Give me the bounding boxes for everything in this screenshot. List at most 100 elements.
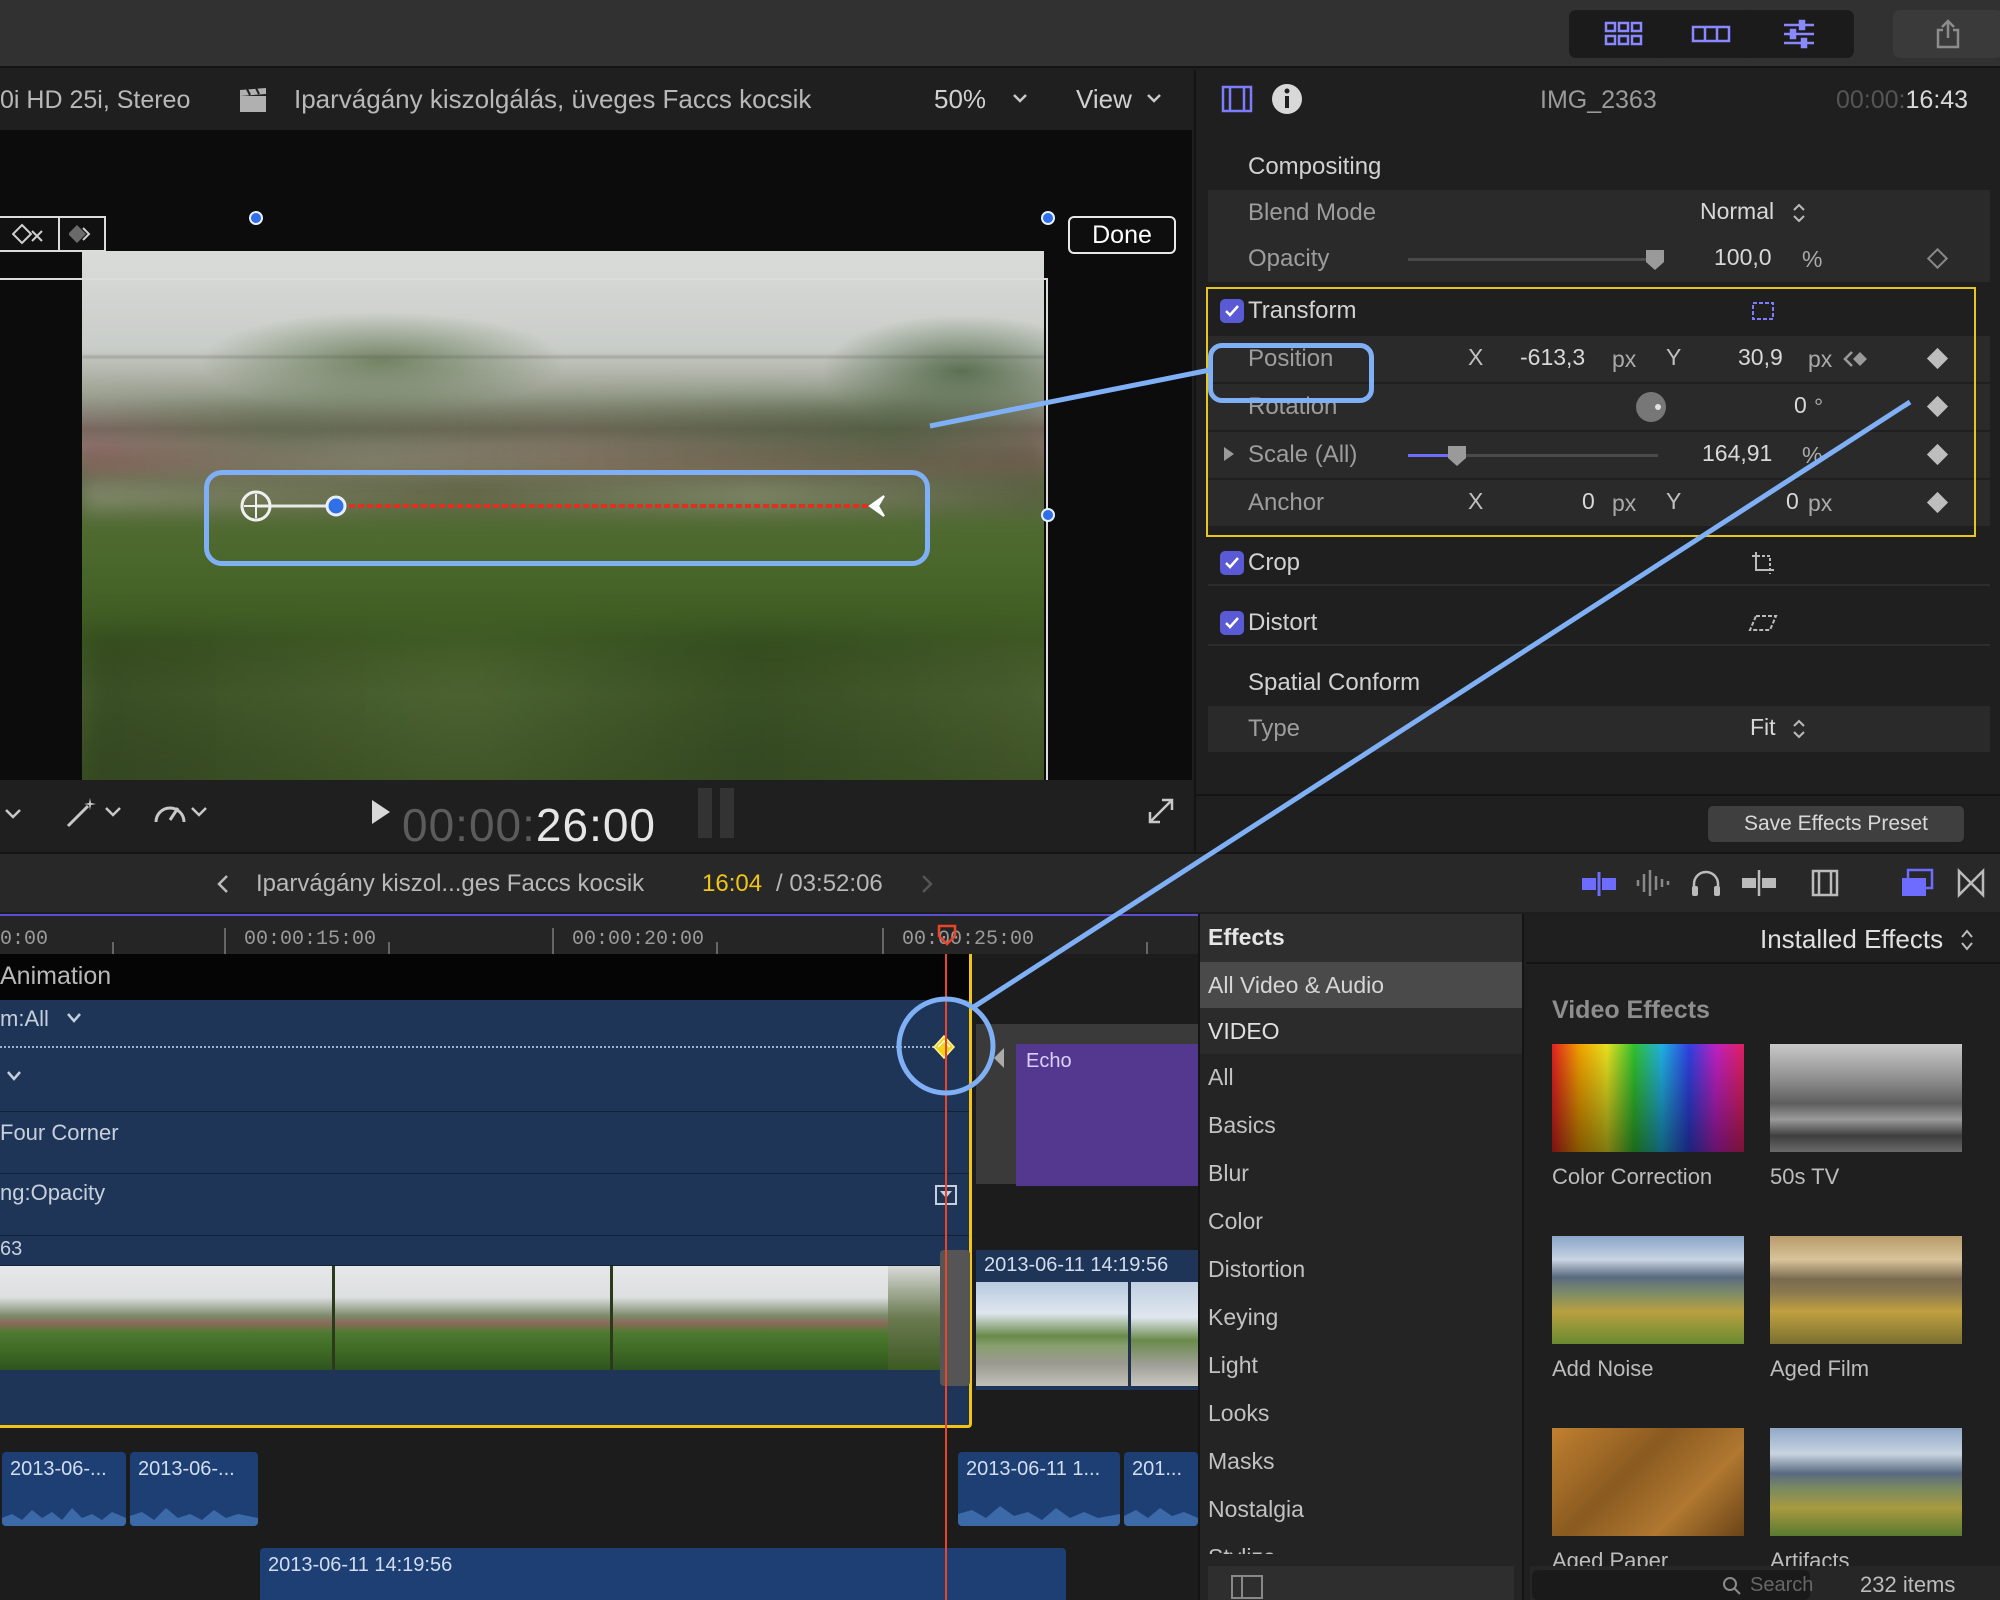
effect-thumbnail-50s-tv[interactable]: [1770, 1044, 1962, 1152]
spatial-conform-section[interactable]: Spatial Conform: [1208, 660, 1990, 706]
clapper-icon: [240, 87, 266, 112]
playhead-head-icon[interactable]: [937, 924, 957, 946]
forward-chevron-icon[interactable]: [920, 874, 934, 894]
viewer-header: 0i HD 25i, Stereo Iparvágány kiszolgálás…: [0, 70, 1192, 130]
motion-path-callout: [204, 470, 930, 566]
installed-effects-popup[interactable]: Installed Effects: [1760, 924, 1943, 955]
opacity-value[interactable]: 100,0: [1714, 244, 1772, 271]
effects-search-input[interactable]: Search: [1532, 1570, 1813, 1600]
zoom-menu[interactable]: 50%: [934, 84, 986, 115]
effect-name: Color Correction: [1552, 1164, 1713, 1189]
snapping-icon[interactable]: [1740, 868, 1778, 898]
compositing-section[interactable]: Compositing: [1208, 144, 1990, 190]
audio-clip[interactable]: 201...: [1124, 1452, 1198, 1526]
crop-onscreen-control-icon[interactable]: [1750, 550, 1776, 576]
audio-clip[interactable]: 2013-06-...: [2, 1452, 126, 1526]
category-all[interactable]: All: [1200, 1054, 1522, 1100]
category-video-header: VIDEO: [1200, 1008, 1522, 1054]
updown-chevron-icon[interactable]: [1960, 928, 1974, 952]
playhead[interactable]: [945, 954, 947, 1600]
video-inspector-tab-icon[interactable]: [1220, 84, 1254, 114]
effect-name: Aged Film: [1770, 1356, 1870, 1381]
transform-selection-highlight: [1206, 287, 1976, 537]
viewer-timecode[interactable]: 00:00:26:00: [402, 798, 656, 852]
info-icon[interactable]: [1270, 82, 1304, 116]
checkmark-icon: [1225, 617, 1239, 629]
inspector-sliders-icon: [1784, 19, 1814, 49]
back-chevron-icon[interactable]: [216, 874, 230, 894]
view-chevron-down-icon[interactable]: [1146, 92, 1162, 104]
speedometer-icon[interactable]: [152, 794, 212, 830]
category-all-video-audio[interactable]: All Video & Audio: [1200, 962, 1522, 1008]
distort-section[interactable]: Distort: [1208, 600, 1990, 646]
inspector-duration: 00:00:16:43: [1836, 86, 1969, 114]
filmstrip-icon[interactable]: [1810, 868, 1840, 898]
effect-thumbnail-add-noise[interactable]: [1552, 1236, 1744, 1344]
category-blur[interactable]: Blur: [1200, 1150, 1522, 1196]
effects-header: Effects: [1200, 914, 1522, 962]
headphones-icon[interactable]: [1690, 868, 1722, 898]
conform-type-popup[interactable]: Fit: [1750, 714, 1776, 741]
secondary-video-clip[interactable]: 2013-06-11 14:19:56: [976, 1250, 1198, 1390]
category-masks[interactable]: Masks: [1200, 1438, 1522, 1484]
effects-browser-icon[interactable]: [1900, 868, 1934, 898]
blend-mode-popup[interactable]: Normal: [1700, 198, 1774, 225]
clip-appearance-icon[interactable]: [1580, 870, 1618, 898]
share-icon: [1936, 19, 1960, 49]
audio-clip[interactable]: 2013-06-11 1...: [958, 1452, 1120, 1526]
category-nostalgia[interactable]: Nostalgia: [1200, 1486, 1522, 1532]
effect-name: 50s TV: [1770, 1164, 1840, 1189]
magic-wand-icon[interactable]: [62, 794, 122, 830]
effect-thumbnail-artifacts[interactable]: [1770, 1428, 1962, 1536]
distort-onscreen-control-icon[interactable]: [1748, 612, 1778, 634]
category-looks[interactable]: Looks: [1200, 1390, 1522, 1436]
conform-type-row: Type Fit: [1208, 706, 1990, 752]
effect-name: Artifacts: [1770, 1548, 1850, 1566]
audio-clip[interactable]: 2013-06-...: [130, 1452, 258, 1526]
inspector-clip-name: IMG_2363: [1540, 86, 1657, 114]
timeline-header: Iparvágány kiszol...ges Faccs kocsik 16:…: [0, 852, 2000, 912]
inspector-button[interactable]: [1744, 10, 1854, 58]
distort-checkbox[interactable]: [1220, 611, 1244, 635]
timeline[interactable]: Animation m:All Four Corner ng:Opacity 6…: [0, 954, 1198, 1600]
effect-thumbnail-aged-paper[interactable]: [1552, 1428, 1744, 1536]
opacity-slider[interactable]: [1408, 258, 1658, 261]
video-effects-section-title: Video Effects: [1552, 996, 1710, 1024]
category-basics[interactable]: Basics: [1200, 1102, 1522, 1148]
crop-section[interactable]: Crop: [1208, 540, 1990, 586]
fullscreen-icon[interactable]: [1146, 796, 1176, 826]
updown-chevron-icon[interactable]: [1792, 202, 1806, 224]
effect-name: Add Noise: [1552, 1356, 1654, 1381]
opacity-keyframe-button[interactable]: [1926, 247, 1949, 270]
category-light[interactable]: Light: [1200, 1342, 1522, 1388]
opacity-slider-thumb[interactable]: [1644, 248, 1666, 272]
category-stylize[interactable]: Stylize: [1200, 1534, 1522, 1554]
viewer: 0i HD 25i, Stereo Iparvágány kiszolgálás…: [0, 70, 1192, 874]
search-icon: [1723, 1577, 1741, 1595]
audio-waveform-icon[interactable]: [1634, 868, 1672, 898]
effects-category-list: Effects All Video & Audio VIDEO All Basi…: [1200, 914, 1524, 1600]
effect-name: Aged Paper: [1552, 1548, 1669, 1566]
effect-thumbnail-color-correction[interactable]: [1552, 1044, 1744, 1152]
share-button[interactable]: [1893, 10, 2000, 58]
project-name[interactable]: Iparvágány kiszol...ges Faccs kocsik: [256, 870, 644, 898]
category-keying[interactable]: Keying: [1200, 1294, 1522, 1340]
effect-thumbnail-aged-film[interactable]: [1770, 1236, 1962, 1344]
category-distortion[interactable]: Distortion: [1200, 1246, 1522, 1292]
zoom-chevron-down-icon[interactable]: [1012, 92, 1028, 104]
sidebar-toggle-icon[interactable]: [1230, 1574, 1264, 1600]
view-menu[interactable]: View: [1076, 84, 1132, 115]
filmstrip-view-icon: [1691, 25, 1731, 43]
audio-meter-icon: [698, 788, 734, 838]
timeline-ruler[interactable]: 0:00 00:00:15:00 00:00:20:00 00:00:25:00: [0, 914, 1198, 954]
updown-chevron-icon[interactable]: [1792, 718, 1806, 740]
crop-checkbox[interactable]: [1220, 551, 1244, 575]
play-icon[interactable]: [370, 798, 392, 826]
echo-title-clip[interactable]: Echo: [1016, 1044, 1198, 1186]
transitions-browser-icon[interactable]: [1956, 868, 1986, 898]
save-effects-preset-button[interactable]: Save Effects Preset: [1708, 806, 1964, 842]
selected-clip-outline: [0, 954, 972, 1428]
chevron-down-icon[interactable]: [4, 808, 22, 820]
trim-arrow-icon[interactable]: [990, 1046, 1008, 1070]
category-color[interactable]: Color: [1200, 1198, 1522, 1244]
